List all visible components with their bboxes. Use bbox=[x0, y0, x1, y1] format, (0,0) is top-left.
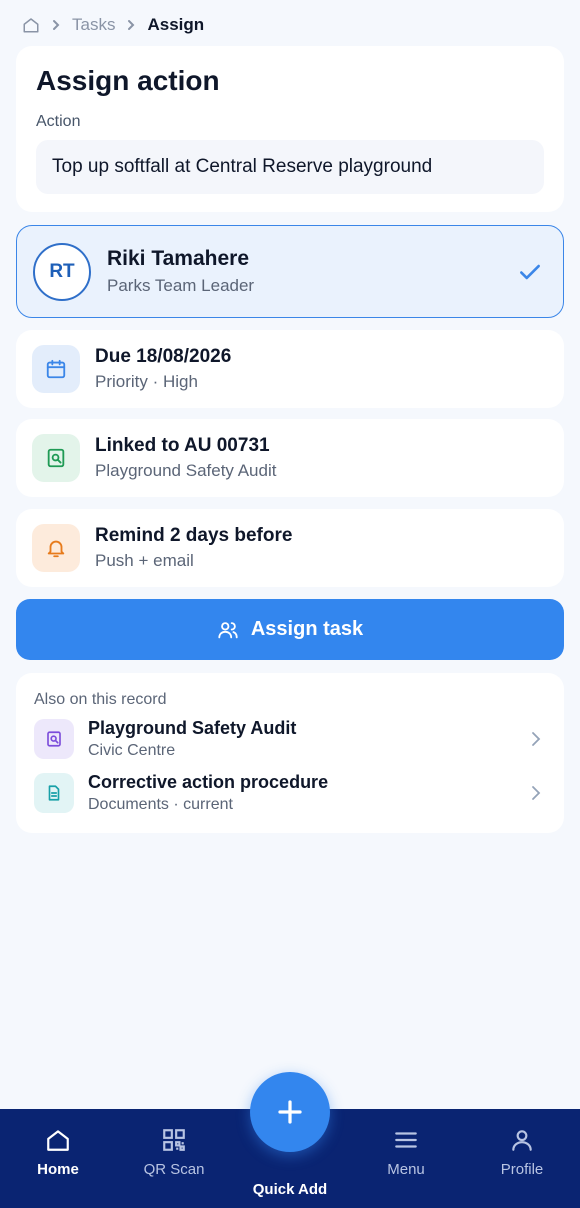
chevron-right-icon bbox=[532, 732, 541, 746]
home-icon bbox=[47, 1130, 69, 1151]
related-audit-title: Playground Safety Audit bbox=[88, 718, 297, 738]
users-icon bbox=[218, 621, 238, 638]
related-heading: Also on this record bbox=[34, 691, 167, 708]
action-field[interactable]: Top up softfall at Central Reserve playg… bbox=[36, 140, 544, 194]
chevron-right-icon bbox=[50, 19, 62, 31]
linked-audit-text: Linked to AU 00731 Playground Safety Aud… bbox=[95, 434, 276, 482]
related-item-audit[interactable]: Playground Safety Audit Civic Centre bbox=[34, 717, 546, 761]
nav-menu[interactable]: Menu bbox=[356, 1127, 456, 1179]
breadcrumb-tasks[interactable]: Tasks bbox=[72, 15, 115, 35]
due-date-text: Due 18/08/2026 Priority · High bbox=[95, 345, 231, 393]
user-icon bbox=[512, 1130, 532, 1151]
nav-home-label: Home bbox=[37, 1161, 79, 1178]
reminder-text: Remind 2 days before Push + email bbox=[95, 524, 292, 572]
audit-search-icon bbox=[34, 719, 74, 759]
quick-add-label: Quick Add bbox=[252, 1181, 328, 1198]
reminder-card[interactable]: Remind 2 days before Push + email bbox=[16, 509, 564, 587]
linked-audit-name: Playground Safety Audit bbox=[95, 461, 277, 480]
audit-search-icon bbox=[32, 434, 80, 482]
avatar: RT bbox=[33, 242, 91, 301]
related-procedure-subtitle: Documents · current bbox=[88, 796, 233, 813]
nav-home[interactable]: Home bbox=[8, 1127, 108, 1179]
assignee-role: Parks Team Leader bbox=[107, 276, 255, 295]
breadcrumb: Tasks Assign bbox=[22, 14, 204, 36]
action-card: Assign action Action Top up softfall at … bbox=[16, 46, 564, 212]
assignee-card[interactable]: RT Riki Tamahere Parks Team Leader bbox=[16, 225, 564, 318]
related-audit-text: Playground Safety Audit Civic Centre bbox=[88, 717, 526, 761]
check-icon bbox=[520, 264, 540, 279]
nav-qr-scan[interactable]: QR Scan bbox=[124, 1127, 224, 1179]
plus-icon bbox=[278, 1100, 302, 1124]
assign-action-screen: Tasks Assign Assign action Action Top up… bbox=[0, 0, 580, 1208]
nav-profile-label: Profile bbox=[500, 1161, 544, 1178]
assign-task-label: Assign task bbox=[250, 618, 364, 640]
related-item-procedure[interactable]: Corrective action procedure Documents · … bbox=[34, 771, 546, 815]
reminder-channels: Push + email bbox=[95, 551, 194, 570]
due-date-title: Due 18/08/2026 bbox=[95, 346, 232, 367]
related-procedure-text: Corrective action procedure Documents · … bbox=[88, 771, 526, 815]
due-date-card[interactable]: Due 18/08/2026 Priority · High bbox=[16, 330, 564, 408]
linked-audit-card[interactable]: Linked to AU 00731 Playground Safety Aud… bbox=[16, 419, 564, 497]
assign-task-button[interactable]: Assign task bbox=[16, 599, 564, 660]
home-icon[interactable] bbox=[22, 16, 40, 34]
related-procedure-title: Corrective action procedure bbox=[88, 772, 329, 792]
bell-icon bbox=[32, 524, 80, 572]
related-audit-subtitle: Civic Centre bbox=[88, 742, 176, 759]
assignee-name: Riki Tamahere bbox=[107, 247, 250, 270]
calendar-icon bbox=[32, 345, 80, 393]
action-field-label: Action bbox=[36, 113, 81, 130]
nav-menu-label: Menu bbox=[387, 1161, 425, 1178]
nav-qr-label: QR Scan bbox=[143, 1161, 205, 1178]
quick-add-button[interactable] bbox=[250, 1072, 330, 1152]
linked-audit-title: Linked to AU 00731 bbox=[95, 435, 270, 456]
page-title: Assign action bbox=[36, 65, 220, 96]
qr-icon bbox=[163, 1129, 185, 1151]
breadcrumb-current: Assign bbox=[147, 15, 205, 34]
menu-icon bbox=[395, 1132, 417, 1148]
due-date-priority: Priority · High bbox=[95, 372, 198, 391]
chevron-right-icon bbox=[125, 19, 137, 31]
document-icon bbox=[34, 773, 74, 813]
chevron-right-icon bbox=[532, 786, 541, 800]
nav-profile[interactable]: Profile bbox=[472, 1127, 572, 1179]
related-records-card: Also on this record Playground Safety Au… bbox=[16, 673, 564, 833]
reminder-title: Remind 2 days before bbox=[95, 525, 293, 546]
assignee-details: Riki Tamahere Parks Team Leader bbox=[107, 246, 517, 297]
